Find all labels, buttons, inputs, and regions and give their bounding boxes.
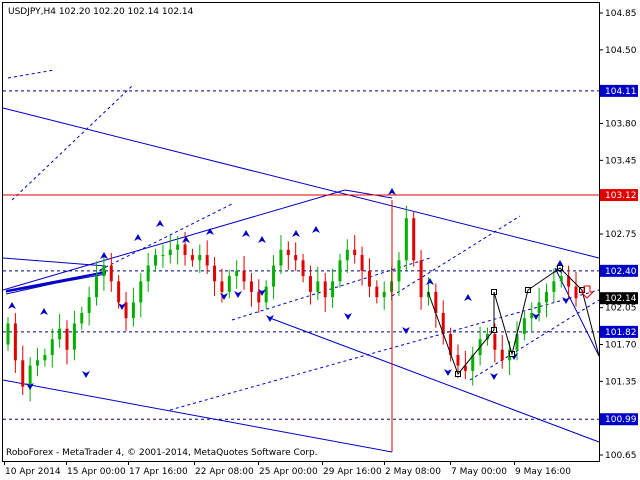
candle-body <box>500 349 504 361</box>
candle-body <box>574 286 578 299</box>
y-tick-label: 100.65 <box>605 451 637 461</box>
candle-body <box>50 339 54 356</box>
candle-body <box>198 255 202 261</box>
price-tag-label: 102.40 <box>605 267 637 277</box>
candle-body <box>264 286 268 303</box>
candle-body <box>249 281 253 292</box>
candle-body <box>382 291 386 298</box>
candle-body <box>190 255 194 261</box>
x-tick-label: 9 May 16:00 <box>515 467 571 477</box>
price-tag-label: 103.12 <box>605 191 637 201</box>
candle-body <box>308 276 312 292</box>
candle-body <box>294 255 298 261</box>
candle-body <box>13 323 17 361</box>
candle-body <box>72 323 76 350</box>
candle-body <box>345 249 349 261</box>
candle-body <box>456 355 460 366</box>
candle-body <box>552 281 556 292</box>
candle-body <box>205 255 209 266</box>
candle-body <box>227 276 231 292</box>
candle-body <box>146 265 150 282</box>
y-tick-label: 101.35 <box>605 377 637 387</box>
candle-body <box>80 312 84 324</box>
y-tick-label: 103.80 <box>605 120 637 130</box>
candle-body <box>257 291 261 303</box>
candle-body <box>21 360 25 387</box>
candle-body <box>65 328 69 350</box>
price-tag-label: 104.11 <box>605 87 637 97</box>
y-tick-label: 104.50 <box>605 46 637 56</box>
candle-body <box>95 276 99 298</box>
candle-body <box>493 333 497 350</box>
candle-body <box>168 249 172 256</box>
candle-body <box>301 260 305 277</box>
price-chart: 104.85 104.50 103.80 103.45 102.75 102.05 101.… <box>0 0 640 480</box>
candle-body <box>397 260 401 282</box>
candle-body <box>360 255 364 271</box>
x-tick-label: 17 Apr 16:00 <box>129 467 188 477</box>
x-tick-label: 7 May 00:00 <box>451 467 507 477</box>
price-tag-label: 102.14 <box>605 294 637 304</box>
candle-body <box>286 249 290 256</box>
candle-body <box>139 281 143 303</box>
price-tag-label: 100.99 <box>605 415 637 425</box>
x-tick-label: 22 Apr 08:00 <box>195 467 254 477</box>
y-tick-label: 102.05 <box>605 304 637 314</box>
candle-body <box>367 270 371 287</box>
candle-body <box>316 281 320 292</box>
candle-body <box>537 302 541 313</box>
candle-body <box>220 281 224 292</box>
candle-body <box>331 281 335 298</box>
candle-body <box>87 297 91 313</box>
candle-body <box>242 270 246 282</box>
candle-body <box>353 249 357 256</box>
candle-body <box>412 218 416 261</box>
x-tick-label: 25 Apr 00:00 <box>259 467 318 477</box>
candle-body <box>154 255 158 266</box>
candle-body <box>544 291 548 303</box>
chart-symbol-header: USDJPY,H4 102.20 102.20 102.14 102.14 <box>8 7 194 17</box>
y-tick-label: 104.85 <box>605 9 637 19</box>
x-tick-label: 29 Apr 16:00 <box>323 467 382 477</box>
candle-body <box>58 328 62 340</box>
candle-body <box>404 218 408 261</box>
y-tick-label: 102.75 <box>605 230 637 240</box>
candle-body <box>43 355 47 361</box>
copyright-text: RoboForex - MetaTrader 4, © 2001-2014, M… <box>6 448 318 458</box>
candle-body <box>176 244 180 250</box>
candle-body <box>375 286 379 298</box>
candle-body <box>559 276 563 282</box>
candle-body <box>213 265 217 282</box>
candle-body <box>279 249 283 266</box>
candle-body <box>272 265 276 287</box>
candle-body <box>28 365 32 387</box>
candle-body <box>6 323 10 345</box>
candle-body <box>117 281 121 303</box>
x-tick-label: 2 May 08:00 <box>385 467 441 477</box>
candle-body <box>36 360 40 366</box>
price-tag-label: 101.82 <box>605 328 637 338</box>
candle-body <box>102 265 106 277</box>
candle-body <box>183 244 187 256</box>
y-tick-label: 101.70 <box>605 341 637 351</box>
x-tick-label: 15 Apr 00:00 <box>67 467 126 477</box>
candle-body <box>338 260 342 282</box>
candle-body <box>109 265 113 282</box>
x-tick-label: 10 Apr 2014 <box>5 467 61 477</box>
candle-body <box>323 281 327 298</box>
y-tick-label: 103.45 <box>605 156 637 166</box>
candle-body <box>161 255 165 257</box>
candle-body <box>235 270 239 277</box>
candle-body <box>131 302 135 319</box>
candle-body <box>522 318 526 334</box>
candle-body <box>419 260 423 298</box>
